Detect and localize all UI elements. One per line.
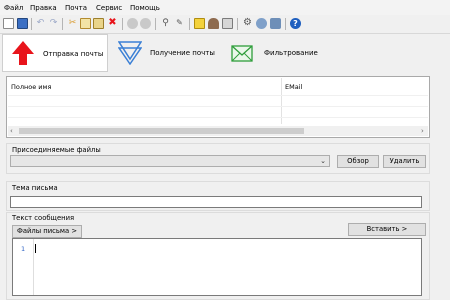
delete-icon[interactable]: ✖: [107, 18, 118, 29]
redo-icon[interactable]: ↷: [48, 18, 59, 29]
scrollbar-thumb[interactable]: [19, 128, 304, 134]
menu-mail[interactable]: Почта: [65, 4, 87, 12]
chevron-down-icon: ⌄: [320, 157, 326, 165]
new-document-icon[interactable]: [3, 18, 14, 29]
settings-icon[interactable]: ⚙: [242, 18, 253, 29]
menu-edit[interactable]: Правка: [30, 4, 57, 12]
horizontal-scrollbar[interactable]: ‹ ›: [8, 126, 428, 136]
attachments-dropdown[interactable]: ⌄: [10, 155, 330, 167]
help-icon[interactable]: ?: [290, 18, 301, 29]
menu-help[interactable]: Помощь: [130, 4, 160, 12]
line-number-gutter: 1: [13, 239, 34, 295]
cut-icon[interactable]: ✂: [67, 18, 78, 29]
toolbar-separator: [62, 18, 63, 30]
tab-send-mail-label: Отправка почты: [43, 50, 104, 58]
menu-file[interactable]: Файл: [4, 4, 23, 12]
attachments-label: Присоединяемые файлы: [12, 146, 101, 154]
insert-button[interactable]: Вставить >: [348, 223, 426, 236]
network-icon[interactable]: [256, 18, 267, 29]
receive-arrow-icon: [118, 41, 142, 65]
menu-service[interactable]: Сервис: [96, 4, 122, 12]
toolbar-separator: [155, 18, 156, 30]
browse-button[interactable]: Обзор: [337, 155, 379, 168]
tab-filtering-label: Фильтрование: [264, 49, 318, 57]
list-row-divider: [8, 106, 428, 107]
web-icon[interactable]: [270, 18, 281, 29]
tab-filtering[interactable]: Фильтрование: [226, 34, 336, 72]
column-header-email[interactable]: EMail: [285, 83, 302, 91]
save-icon[interactable]: [17, 18, 28, 29]
message-label: Текст сообщения: [12, 214, 75, 222]
toolbar: ↶ ↷ ✂ ✖ ⚲ ✎ ⚙ ?: [0, 15, 450, 34]
tab-receive-mail[interactable]: Получение почты: [112, 34, 222, 72]
contacts-list[interactable]: Полное имя EMail ‹ ›: [6, 76, 430, 138]
subject-label: Тема письма: [12, 184, 58, 192]
copy-icon[interactable]: [80, 18, 91, 29]
toolbar-separator: [189, 18, 190, 30]
column-header-full-name[interactable]: Полное имя: [11, 83, 51, 91]
stop-icon[interactable]: [127, 18, 138, 29]
scroll-left-icon[interactable]: ‹: [10, 127, 13, 135]
accounts-icon[interactable]: [222, 18, 233, 29]
toolbar-separator: [237, 18, 238, 30]
user-icon[interactable]: [208, 18, 219, 29]
delete-attachment-button[interactable]: Удалить: [383, 155, 426, 168]
toolbar-separator: [31, 18, 32, 30]
message-files-button[interactable]: Файлы письма >: [12, 225, 82, 238]
menu-bar: Файл Правка Почта Сервис Помощь: [0, 0, 450, 15]
message-editor[interactable]: 1: [12, 238, 422, 296]
find-icon[interactable]: ⚲: [160, 18, 171, 29]
list-row-divider: [8, 117, 428, 118]
subject-input[interactable]: [10, 196, 422, 208]
paste-icon[interactable]: [93, 18, 104, 29]
address-book-icon[interactable]: ✎: [174, 18, 185, 29]
scroll-right-icon[interactable]: ›: [421, 127, 424, 135]
envelope-icon: [231, 45, 253, 62]
send-arrow-icon: [12, 41, 34, 65]
undo-icon[interactable]: ↶: [35, 18, 46, 29]
tab-send-mail[interactable]: Отправка почты: [2, 34, 108, 72]
line-number: 1: [21, 245, 26, 253]
mode-bar: Отправка почты Получение почты Фильтрова…: [0, 34, 450, 72]
toolbar-separator: [122, 18, 123, 30]
list-row-divider: [8, 95, 428, 96]
refresh-icon[interactable]: [140, 18, 151, 29]
tab-receive-mail-label: Получение почты: [150, 49, 215, 57]
toolbar-separator: [285, 18, 286, 30]
note-icon[interactable]: [194, 18, 205, 29]
text-caret: [35, 244, 36, 253]
